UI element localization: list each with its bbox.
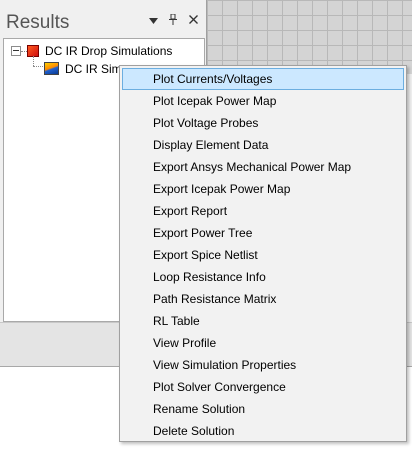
close-icon [188,15,198,27]
menu-item-export-spice-netlist[interactable]: Export Spice Netlist [122,244,404,266]
panel-close-button[interactable] [186,14,200,28]
menu-item-view-simulation-properties[interactable]: View Simulation Properties [122,354,404,376]
menu-item-loop-resistance-info[interactable]: Loop Resistance Info [122,266,404,288]
menu-item-rl-table[interactable]: RL Table [122,310,404,332]
results-panel-title: Results [6,12,70,33]
menu-item-display-element-data[interactable]: Display Element Data [122,134,404,156]
menu-item-delete-solution[interactable]: Delete Solution [122,420,404,442]
context-menu: Plot Currents/Voltages Plot Icepak Power … [119,65,407,442]
menu-item-export-power-tree[interactable]: Export Power Tree [122,222,404,244]
menu-item-path-resistance-matrix[interactable]: Path Resistance Matrix [122,288,404,310]
menu-item-rename-solution[interactable]: Rename Solution [122,398,404,420]
panel-dropdown-button[interactable] [146,14,160,28]
layout-canvas-grid[interactable] [206,0,412,74]
menu-item-plot-solver-convergence[interactable]: Plot Solver Convergence [122,376,404,398]
menu-item-export-icepak-power-map[interactable]: Export Icepak Power Map [122,178,404,200]
menu-item-view-profile[interactable]: View Profile [122,332,404,354]
tree-node-label: DC IR Drop Simulations [45,44,173,58]
simulation-result-icon [44,62,59,75]
tree-node-dc-ir-drop-simulations[interactable]: DC IR Drop Simulations [4,43,204,59]
tree-node-label: DC IR Sim [65,62,122,76]
collapse-icon[interactable] [11,46,21,56]
menu-item-plot-icepak-power-map[interactable]: Plot Icepak Power Map [122,90,404,112]
context-menu-list: Plot Currents/Voltages Plot Icepak Power … [122,68,404,442]
pin-icon [169,13,177,28]
menu-item-export-report[interactable]: Export Report [122,200,404,222]
chevron-down-icon [148,16,158,26]
menu-item-plot-voltage-probes[interactable]: Plot Voltage Probes [122,112,404,134]
results-panel-header: Results [0,0,206,38]
menu-item-plot-currents-voltages[interactable]: Plot Currents/Voltages [122,68,404,90]
panel-pin-button[interactable] [166,13,180,28]
menu-item-export-ansys-mechanical-power-map[interactable]: Export Ansys Mechanical Power Map [122,156,404,178]
